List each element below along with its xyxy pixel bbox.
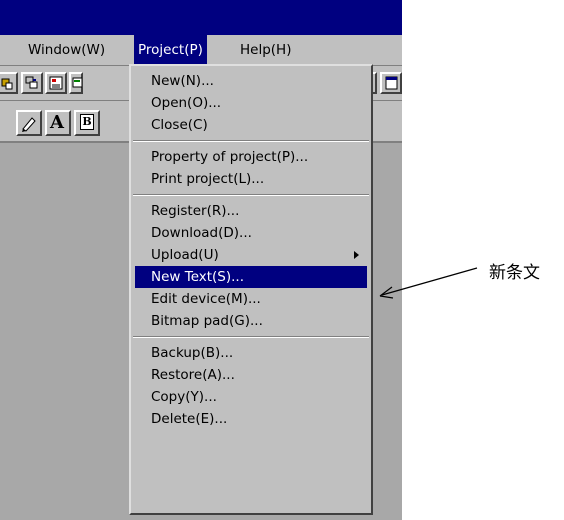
annotation-label: 新条文 — [489, 263, 540, 283]
annotation-arrow — [379, 267, 478, 299]
